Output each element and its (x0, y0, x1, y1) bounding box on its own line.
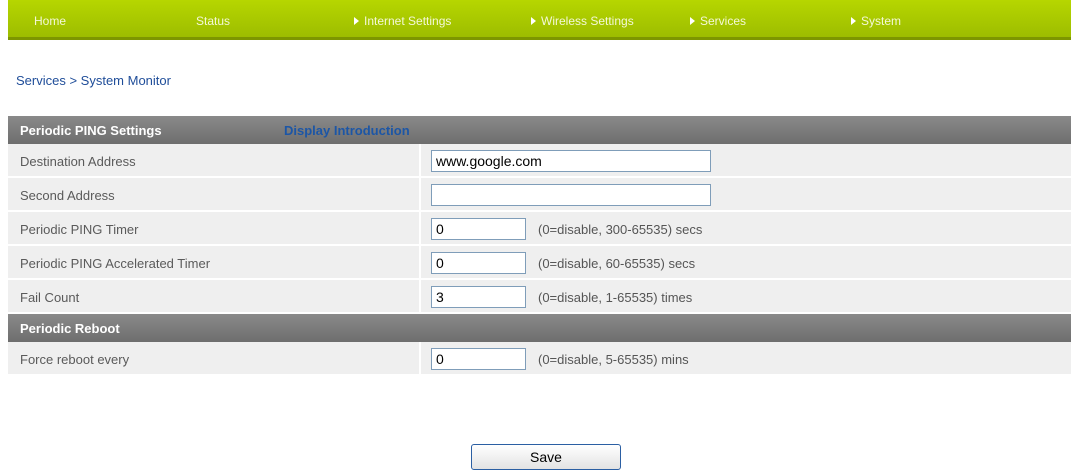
triangle-right-icon (354, 17, 359, 25)
top-nav-bar: Home Status Internet Settings Wireless S… (8, 0, 1071, 40)
ping-timer-label: Periodic PING Timer (20, 222, 139, 237)
nav-internet-settings-label: Internet Settings (364, 14, 452, 28)
triangle-right-icon (690, 17, 695, 25)
triangle-right-icon (531, 17, 536, 25)
nav-services-label: Services (700, 14, 747, 28)
fail-count-input[interactable] (431, 286, 526, 308)
fail-count-label: Fail Count (20, 290, 80, 305)
display-introduction-link[interactable]: Display Introduction (284, 123, 410, 138)
ping-section-header: Periodic PING Settings Display Introduct… (8, 116, 1071, 144)
breadcrumb: Services > System Monitor (16, 73, 171, 88)
destination-address-input[interactable] (431, 150, 711, 172)
ping-accelerated-timer-input[interactable] (431, 252, 526, 274)
nav-system[interactable]: System (851, 14, 901, 28)
fail-count-hint: (0=disable, 1-65535) times (538, 290, 693, 305)
ping-section-title: Periodic PING Settings (20, 123, 162, 138)
force-reboot-input[interactable] (431, 348, 526, 370)
destination-address-label: Destination Address (20, 154, 136, 169)
ping-accelerated-timer-hint: (0=disable, 60-65535) secs (538, 256, 696, 271)
force-reboot-row: Force reboot every (0=disable, 5-65535) … (8, 342, 1071, 376)
second-address-row: Second Address (8, 178, 1071, 212)
reboot-section-title: Periodic Reboot (20, 321, 120, 336)
ping-accelerated-timer-label: Periodic PING Accelerated Timer (20, 256, 211, 271)
ping-timer-row: Periodic PING Timer (0=disable, 300-6553… (8, 212, 1071, 246)
nav-status[interactable]: Status (196, 14, 230, 28)
nav-home[interactable]: Home (34, 14, 66, 28)
force-reboot-hint: (0=disable, 5-65535) mins (538, 352, 689, 367)
ping-timer-hint: (0=disable, 300-65535) secs (538, 222, 703, 237)
nav-status-label: Status (196, 14, 231, 28)
second-address-input[interactable] (431, 184, 711, 206)
ping-timer-input[interactable] (431, 218, 526, 240)
force-reboot-label: Force reboot every (20, 352, 130, 367)
nav-wireless-settings[interactable]: Wireless Settings (531, 14, 634, 28)
nav-services[interactable]: Services (690, 14, 746, 28)
nav-home-label: Home (34, 14, 67, 28)
second-address-label: Second Address (20, 188, 115, 203)
triangle-right-icon (851, 17, 856, 25)
save-button[interactable]: Save (471, 444, 621, 470)
reboot-section-header: Periodic Reboot (8, 314, 1071, 342)
fail-count-row: Fail Count (0=disable, 1-65535) times (8, 280, 1071, 314)
nav-system-label: System (861, 14, 902, 28)
nav-wireless-settings-label: Wireless Settings (541, 14, 634, 28)
destination-address-row: Destination Address (8, 144, 1071, 178)
nav-internet-settings[interactable]: Internet Settings (354, 14, 451, 28)
ping-accelerated-timer-row: Periodic PING Accelerated Timer (0=disab… (8, 246, 1071, 280)
